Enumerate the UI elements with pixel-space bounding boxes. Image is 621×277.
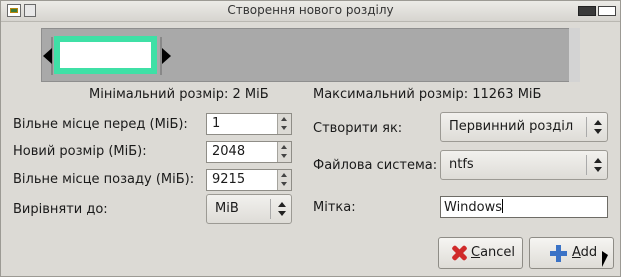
- filesystem-value: ntfs: [449, 157, 474, 172]
- spinner-arrows-icon[interactable]: [277, 114, 291, 134]
- combo-arrows-icon: [592, 157, 602, 173]
- filesystem-combobox[interactable]: ntfs: [440, 150, 608, 180]
- window-title: Створення нового розділу: [227, 3, 394, 17]
- create-as-label: Створити як:: [313, 121, 403, 136]
- mouse-pointer-icon: [602, 251, 608, 267]
- new-size-spinner[interactable]: 2048: [206, 141, 292, 163]
- left-arrow-icon[interactable]: [43, 48, 52, 64]
- combo-arrows-icon: [276, 201, 286, 217]
- min-size-label: Мінімальний розмір: 2 МіБ: [89, 87, 269, 102]
- max-size-label: Максимальний розмір: 11263 МіБ: [313, 87, 542, 102]
- free-before-spinner[interactable]: 1: [206, 113, 292, 135]
- new-size-value: 2048: [212, 144, 246, 159]
- cancel-icon: [451, 245, 467, 261]
- combo-separator: [586, 117, 587, 137]
- free-after-label: Вільне місце позаду (МіБ):: [13, 172, 195, 187]
- cancel-label: Cancel: [471, 245, 515, 260]
- new-partition-block[interactable]: [54, 36, 157, 74]
- create-as-value: Первинний розділ: [449, 119, 574, 134]
- spinner-arrows-icon[interactable]: [277, 170, 291, 190]
- add-label-rest: dd: [580, 245, 598, 260]
- filesystem-label: Файлова система:: [313, 158, 438, 173]
- partition-label-value: Windows: [444, 200, 503, 215]
- combo-arrows-icon: [592, 119, 602, 135]
- unallocated-end-strip: [569, 28, 580, 82]
- maximize-button[interactable]: [598, 6, 616, 16]
- free-before-value: 1: [212, 116, 221, 131]
- new-size-label: Новий розмір (МіБ):: [13, 144, 147, 159]
- partition-label-text-wrap: Windows: [444, 199, 504, 215]
- align-combobox[interactable]: MiB: [206, 194, 292, 224]
- text-caret: [502, 199, 504, 213]
- right-arrow-icon[interactable]: [162, 48, 171, 64]
- create-as-combobox[interactable]: Первинний розділ: [440, 112, 608, 142]
- free-before-label: Вільне місце перед (МіБ):: [13, 117, 188, 132]
- cancel-mnemonic: C: [471, 245, 481, 260]
- align-label: Вирівняти до:: [13, 202, 108, 217]
- partition-label-label: Мітка:: [313, 200, 356, 215]
- minimize-button[interactable]: [578, 6, 596, 16]
- combo-separator: [586, 155, 587, 175]
- free-after-spinner[interactable]: 9215: [206, 169, 292, 191]
- add-icon: [550, 245, 567, 262]
- cancel-button[interactable]: Cancel: [438, 237, 523, 269]
- add-label: Add: [572, 245, 597, 260]
- partition-label-input[interactable]: Windows: [440, 196, 608, 218]
- add-mnemonic: A: [572, 245, 581, 260]
- cancel-label-rest: ancel: [480, 245, 516, 260]
- free-after-value: 9215: [212, 172, 246, 187]
- title-bar: Створення нового розділу: [1, 1, 620, 22]
- spinner-arrows-icon[interactable]: [277, 142, 291, 162]
- align-value: MiB: [215, 201, 239, 216]
- combo-separator: [270, 199, 271, 219]
- create-partition-dialog: Створення нового розділу Мінімальний роз…: [0, 0, 621, 277]
